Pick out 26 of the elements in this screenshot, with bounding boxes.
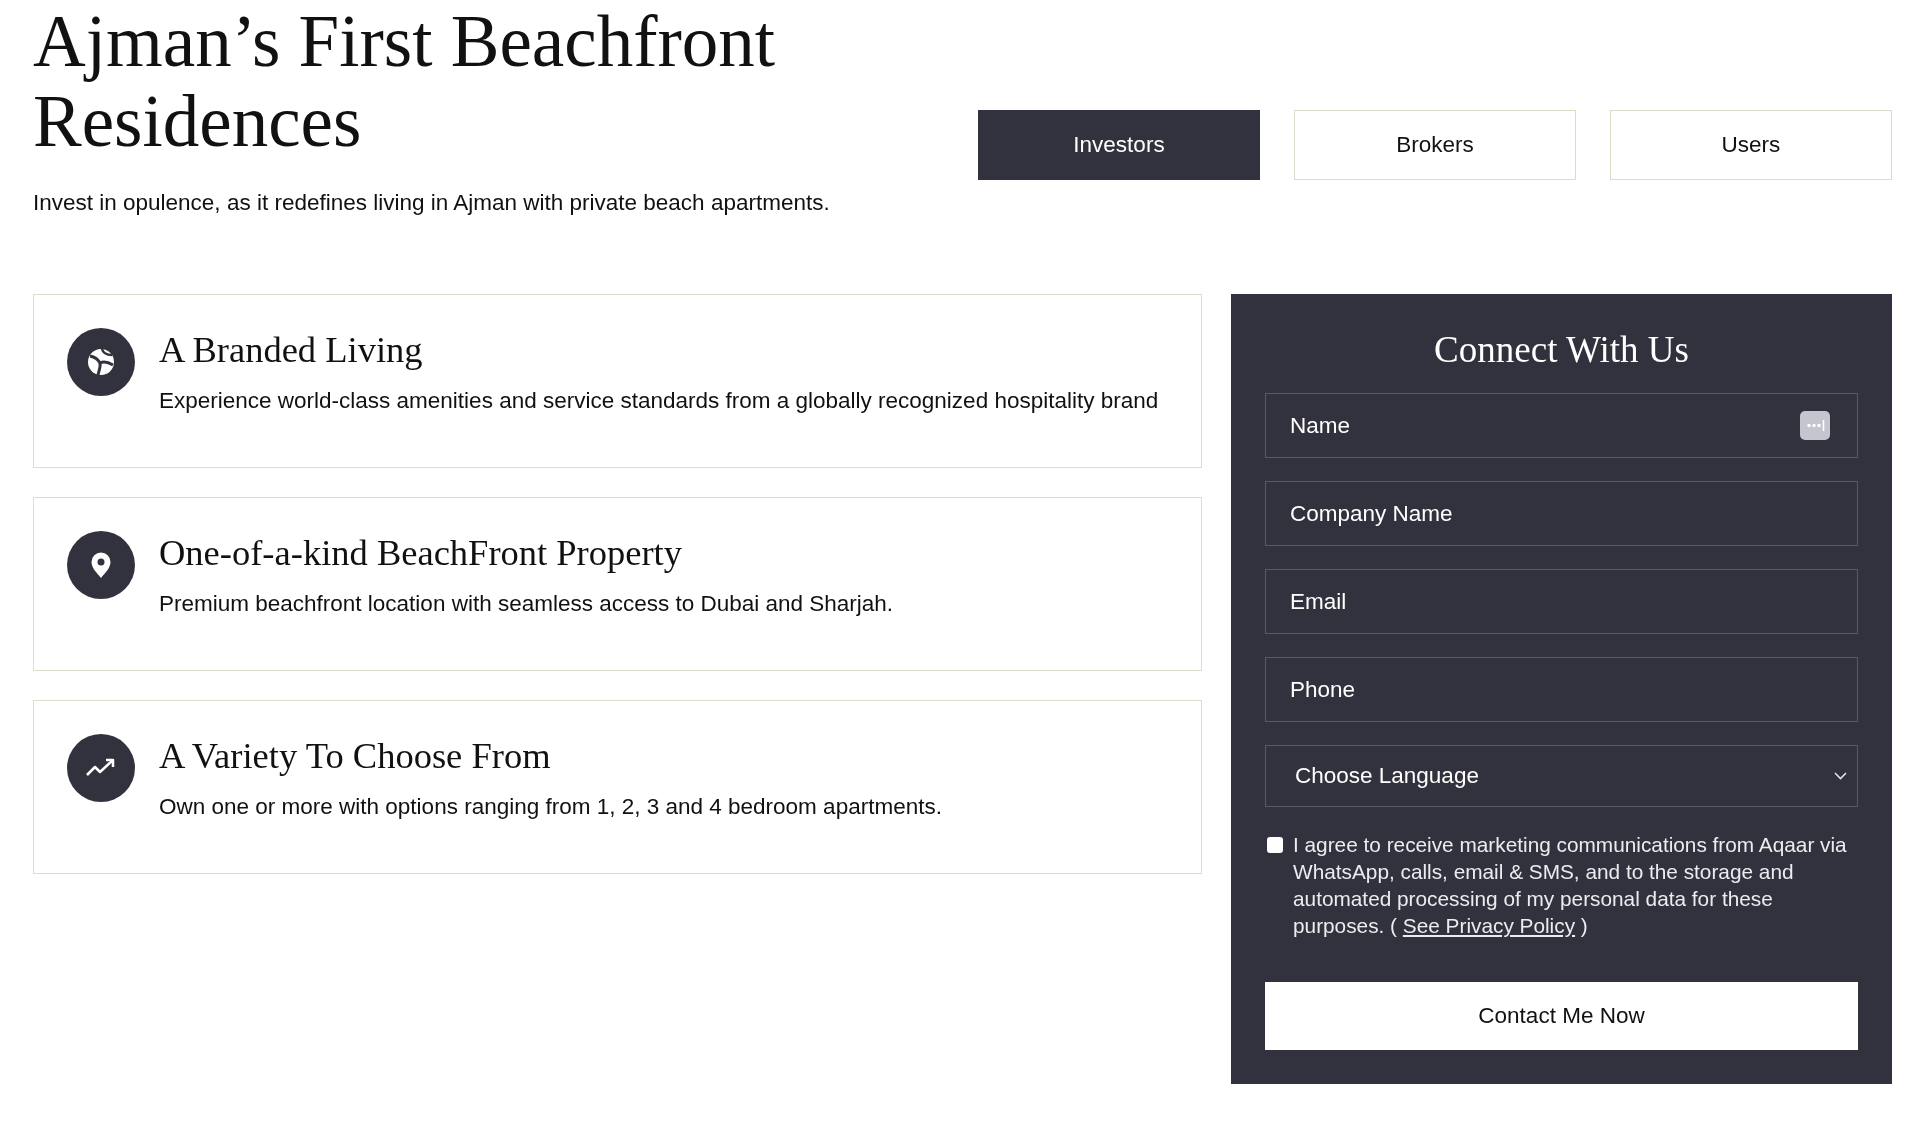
text-field[interactable]: Company Name: [1265, 481, 1858, 546]
feature-description: Experience world-class amenities and service standards from a globally recognized hospitality brand: [159, 387, 1159, 415]
text-field[interactable]: Phone: [1265, 657, 1858, 722]
form-title: Connect With Us: [1433, 328, 1690, 372]
autofill-dots-icon[interactable]: [1800, 411, 1830, 440]
feature-description: Own one or more with options ranging from 1, 2, 3 and 4 bedroom apartments.: [159, 793, 942, 821]
audience-tab[interactable]: Users: [1610, 110, 1892, 180]
page-subtitle: Invest in opulence, as it redefines living in Ajman with private beach apartments.: [33, 189, 831, 217]
text-field[interactable]: Name: [1265, 393, 1858, 458]
feature-description: Premium beachfront location with seamless access to Dubai and Sharjah.: [159, 590, 894, 618]
privacy-policy-link[interactable]: See Privacy Policy: [1402, 914, 1576, 937]
contact-button[interactable]: Contact Me Now: [1265, 982, 1858, 1050]
audience-tab[interactable]: Brokers: [1294, 110, 1576, 180]
chevron-down-icon: [1834, 772, 1847, 780]
audience-tab[interactable]: Investors: [978, 110, 1260, 180]
trending-up-icon: [67, 734, 135, 802]
consent-text: I agree to receive marketing communications from Aqaar via WhatsApp, calls, email & SMS, and to the storage and automated processing of my personal data for these purposes. ( See Privacy Policy ): [1293, 832, 1848, 939]
globe-icon: [67, 328, 135, 396]
feature-title: A Variety To Choose From: [159, 736, 552, 776]
feature-title: A Branded Living: [159, 330, 424, 370]
map-pin-icon: [67, 531, 135, 599]
feature-title: One-of-a-kind BeachFront Property: [159, 533, 683, 573]
text-field[interactable]: Email: [1265, 569, 1858, 634]
language-dropdown[interactable]: Choose Language: [1265, 745, 1858, 807]
consent-checkbox[interactable]: [1267, 837, 1283, 853]
page-title: Ajman’s First Beachfront Residences: [33, 2, 777, 162]
